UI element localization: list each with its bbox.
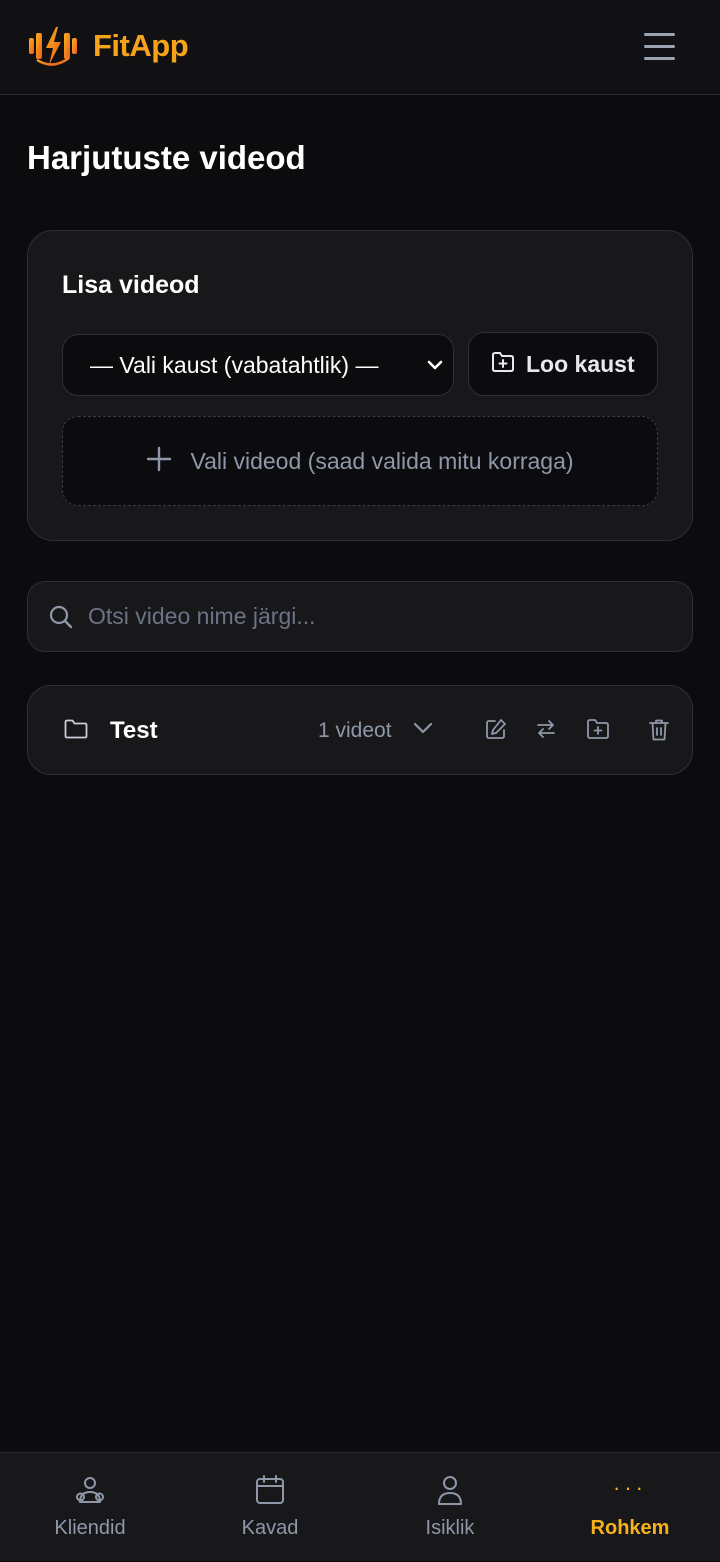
folder-icon [64, 719, 88, 744]
barbell-lightning-icon [27, 24, 79, 68]
edit-icon[interactable] [485, 718, 507, 745]
nav-label: Rohkem [590, 1517, 670, 1539]
more-dots-icon: ··· [613, 1475, 647, 1500]
nav-label: Isiklik [425, 1517, 475, 1539]
nav-label: Kavad [241, 1517, 299, 1539]
folder-plus-icon [469, 351, 515, 378]
folder-row[interactable]: Test 1 videot [27, 685, 693, 775]
app-logo[interactable]: FitApp [27, 24, 189, 68]
chevron-down-icon[interactable] [413, 721, 433, 740]
folder-video-count: 1 videot [318, 719, 392, 742]
pick-videos-label: Vali videod (saad valida mitu korraga) [190, 447, 574, 474]
app-name: FitApp [93, 28, 189, 63]
plus-icon [146, 446, 172, 477]
hamburger-menu-icon[interactable] [640, 29, 680, 65]
create-folder-button[interactable]: Loo kaust [468, 332, 658, 396]
add-videos-card: Lisa videod — Vali kaust (vabatahtlik) —… [27, 230, 693, 541]
trash-icon[interactable] [648, 718, 670, 747]
folder-select-value: — Vali kaust (vabatahtlik) — [90, 351, 379, 378]
video-search [27, 581, 693, 652]
nav-item-rohkem[interactable]: ··· Rohkem [540, 1453, 720, 1562]
nav-item-kavad[interactable]: Kavad [180, 1453, 360, 1562]
nav-label: Kliendid [54, 1517, 126, 1539]
folder-select[interactable]: — Vali kaust (vabatahtlik) — [62, 334, 454, 396]
top-bar: FitApp [0, 0, 720, 95]
bottom-navigation: Kliendid Kavad Isiklik ··· Rohkem [0, 1452, 720, 1561]
create-folder-label: Loo kaust [526, 350, 635, 377]
search-input[interactable] [88, 594, 668, 639]
move-icon[interactable] [535, 718, 557, 745]
nav-item-isiklik[interactable]: Isiklik [360, 1453, 540, 1562]
pick-videos-dropzone[interactable]: Vali videod (saad valida mitu korraga) [62, 416, 658, 506]
nav-item-kliendid[interactable]: Kliendid [0, 1453, 180, 1562]
add-videos-title: Lisa videod [62, 271, 200, 299]
folder-name: Test [110, 717, 158, 744]
page-title: Harjutuste videod [27, 139, 306, 176]
chevron-down-icon [427, 357, 443, 378]
add-to-folder-icon[interactable] [586, 718, 610, 745]
